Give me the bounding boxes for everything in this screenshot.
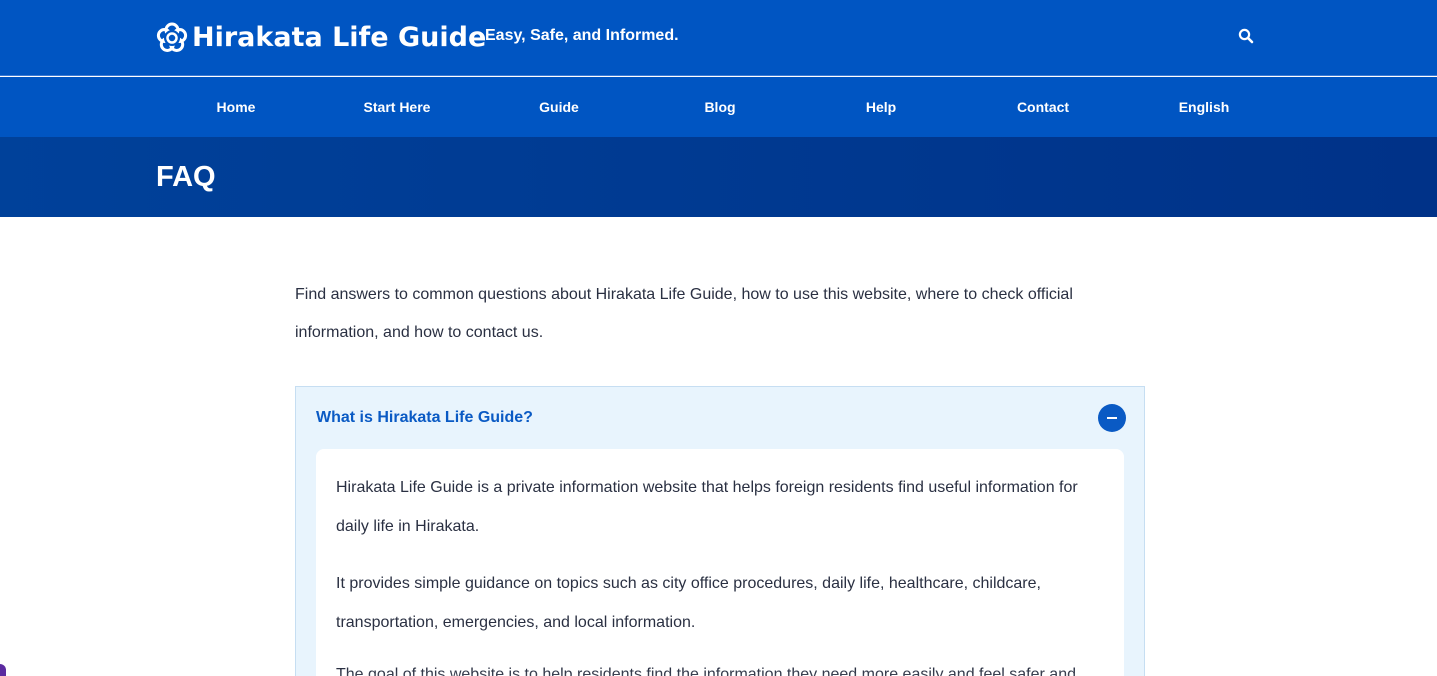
nav-item-help[interactable]: Help [821, 77, 941, 137]
page-title-bar: FAQ [0, 137, 1437, 217]
nav-item-contact[interactable]: Contact [983, 77, 1103, 137]
faq-item: What is Hirakata Life Guide? Hirakata Li… [295, 386, 1145, 676]
intro-text: Find answers to common questions about H… [295, 286, 1073, 341]
nav-item-home[interactable]: Home [176, 77, 296, 137]
answer-paragraph: It provides simple guidance on topics su… [336, 575, 1041, 631]
minus-icon[interactable] [1098, 404, 1126, 432]
nav-item-guide[interactable]: Guide [499, 77, 619, 137]
site-tagline: Easy, Safe, and Informed. [485, 27, 679, 44]
site-name: Hirakata Life Guide [192, 22, 487, 53]
site-header: Hirakata Life Guide Easy, Safe, and Info… [0, 0, 1437, 76]
search-icon [1238, 28, 1254, 49]
answer-paragraph: Hirakata Life Guide is a private informa… [336, 479, 1078, 535]
nav-item-start-here[interactable]: Start Here [337, 77, 457, 137]
flower-icon [156, 22, 188, 54]
site-logo[interactable]: Hirakata Life Guide [156, 18, 486, 58]
main-nav: Home Start Here Guide Blog Help Contact … [0, 77, 1437, 137]
nav-item-blog[interactable]: Blog [660, 77, 780, 137]
page-title: FAQ [156, 161, 216, 193]
search-button[interactable] [1234, 26, 1258, 50]
faq-question[interactable]: What is Hirakata Life Guide? [316, 408, 533, 428]
nav-item-english[interactable]: English [1144, 77, 1264, 137]
faq-answer: Hirakata Life Guide is a private informa… [316, 449, 1124, 676]
scroll-fade [316, 669, 1124, 676]
corner-accent [0, 664, 6, 676]
